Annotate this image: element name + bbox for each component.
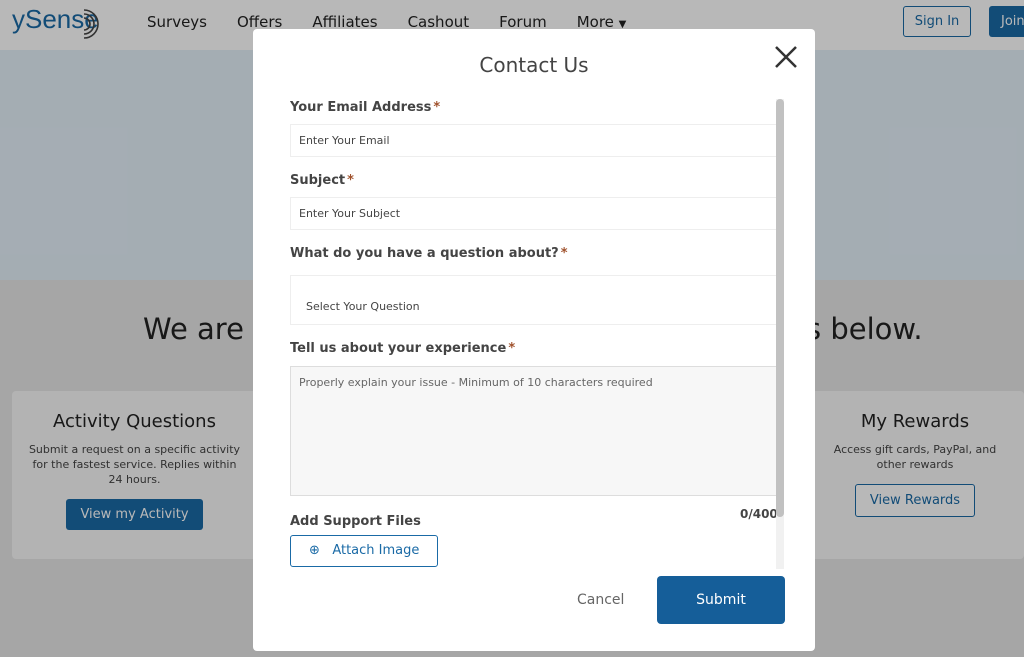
experience-label: Tell us about your experience * xyxy=(290,341,516,356)
experience-textarea[interactable]: Properly explain your issue - Minimum of… xyxy=(290,366,780,496)
submit-button[interactable]: Submit xyxy=(657,576,785,624)
question-select[interactable]: Select Your Question xyxy=(290,275,780,325)
modal-title: Contact Us xyxy=(479,53,589,77)
files-label: Add Support Files xyxy=(290,514,421,529)
scrollbar-thumb[interactable] xyxy=(776,99,784,517)
subject-label: Subject * xyxy=(290,173,354,188)
form-scroll-area: Your Email Address * Enter Your Email Sub… xyxy=(290,95,786,569)
contact-modal: Contact Us Your Email Address * Enter You… xyxy=(253,29,815,651)
email-field[interactable]: Enter Your Email xyxy=(290,124,780,157)
attach-image-button[interactable]: ⊕ Attach Image xyxy=(290,535,438,567)
close-icon[interactable] xyxy=(772,43,800,71)
question-label: What do you have a question about? * xyxy=(290,246,568,261)
plus-circle-icon: ⊕ xyxy=(309,543,320,558)
char-counter: 0/400 xyxy=(740,507,778,521)
cancel-button[interactable]: Cancel xyxy=(577,592,624,608)
attach-label: Attach Image xyxy=(332,543,420,558)
email-label: Your Email Address * xyxy=(290,100,441,115)
subject-field[interactable]: Enter Your Subject xyxy=(290,197,780,230)
